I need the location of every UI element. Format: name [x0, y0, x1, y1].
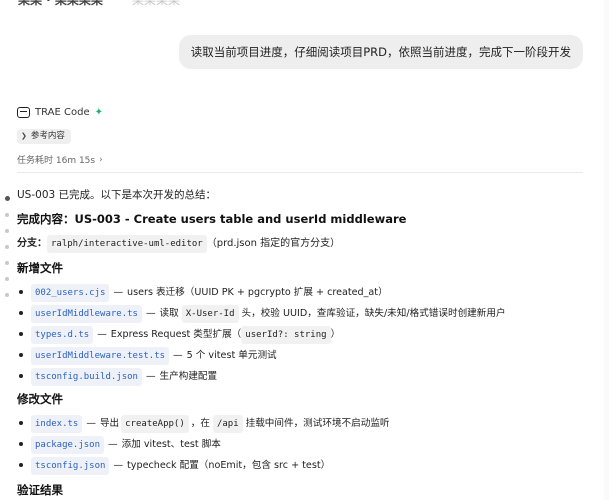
- branch-line: 分支： ralph/interactive-uml-editor （prd.js…: [17, 235, 340, 253]
- list-item: tsconfig.json — typecheck 配置（noEmit，包含 s…: [17, 455, 390, 476]
- verify-heading: 验证结果: [17, 483, 63, 497]
- file-link[interactable]: userIdMiddleware.ts: [31, 304, 142, 323]
- list-item: index.ts — 导出 createApp() ，在 /api 挂载中间件，…: [17, 413, 390, 434]
- assistant-header: TRAE Code ✦: [17, 103, 103, 121]
- outline-dot[interactable]: [5, 261, 9, 265]
- modified-files-list: index.ts — 导出 createApp() ，在 /api 挂载中间件，…: [17, 413, 390, 476]
- list-item: userIdMiddleware.ts — 读取 X-User-Id 头，校验 …: [17, 303, 506, 324]
- top-bar-subtitle: 某某某某: [132, 0, 181, 7]
- file-link[interactable]: tsconfig.json: [31, 456, 110, 475]
- outline-dot[interactable]: [5, 229, 9, 233]
- file-link[interactable]: 002_users.cjs: [31, 283, 110, 302]
- file-link[interactable]: types.d.ts: [31, 325, 94, 344]
- list-item: tsconfig.build.json — 生产构建配置: [17, 366, 506, 387]
- file-link[interactable]: package.json: [31, 435, 105, 454]
- sparkle-icon: ✦: [94, 106, 103, 118]
- outline-dot[interactable]: [5, 213, 9, 217]
- new-files-heading: 新增文件: [17, 261, 63, 275]
- file-link[interactable]: index.ts: [31, 414, 83, 433]
- list-item: 002_users.cjs — users 表迁移（UUID PK + pgcr…: [17, 282, 506, 303]
- user-message-bubble: 读取当前项目进度，仔细阅读项目PRD，依照当前进度，完成下一阶段开发: [178, 35, 583, 69]
- list-item: package.json — 添加 vitest、test 脚本: [17, 434, 390, 455]
- reference-content-label: 参考内容: [30, 131, 65, 141]
- task-elapsed-label: 任务耗时 16m 15s: [17, 156, 96, 166]
- branch-code: ralph/interactive-uml-editor: [47, 235, 207, 253]
- divider: [17, 172, 583, 173]
- new-files-list: 002_users.cjs — users 表迁移（UUID PK + pgcr…: [17, 282, 506, 387]
- outline-dot[interactable]: [5, 277, 9, 281]
- modified-files-heading: 修改文件: [17, 392, 63, 406]
- scrollbar[interactable]: [604, 0, 609, 500]
- task-elapsed[interactable]: 任务耗时 16m 15s ›: [17, 153, 103, 167]
- top-bar-title: 某某 · 某某某某: [18, 0, 103, 7]
- chevron-right-icon: ›: [99, 154, 103, 165]
- chevron-right-icon: ❯: [21, 132, 27, 140]
- summary-intro: US-003 已完成。以下是本次开发的总结：: [17, 189, 217, 201]
- assistant-name: TRAE Code: [35, 106, 90, 118]
- trae-logo-icon: [17, 106, 30, 118]
- done-heading: 完成内容：US-003 - Create users table and use…: [17, 212, 407, 226]
- outline-dot[interactable]: [5, 245, 9, 249]
- outline-dot[interactable]: [5, 196, 10, 201]
- outline-dot[interactable]: [5, 293, 9, 297]
- outline-rail[interactable]: [5, 196, 10, 309]
- list-item: types.d.ts — Express Request 类型扩展（ userI…: [17, 324, 506, 345]
- list-item: userIdMiddleware.test.ts — 5 个 vitest 单元…: [17, 345, 506, 366]
- reference-content-toggle[interactable]: ❯ 参考内容: [17, 129, 71, 144]
- file-link[interactable]: userIdMiddleware.test.ts: [31, 346, 170, 365]
- file-link[interactable]: tsconfig.build.json: [31, 367, 142, 386]
- top-bar-cutoff: 某某 · 某某某某 某某某某: [0, 0, 609, 8]
